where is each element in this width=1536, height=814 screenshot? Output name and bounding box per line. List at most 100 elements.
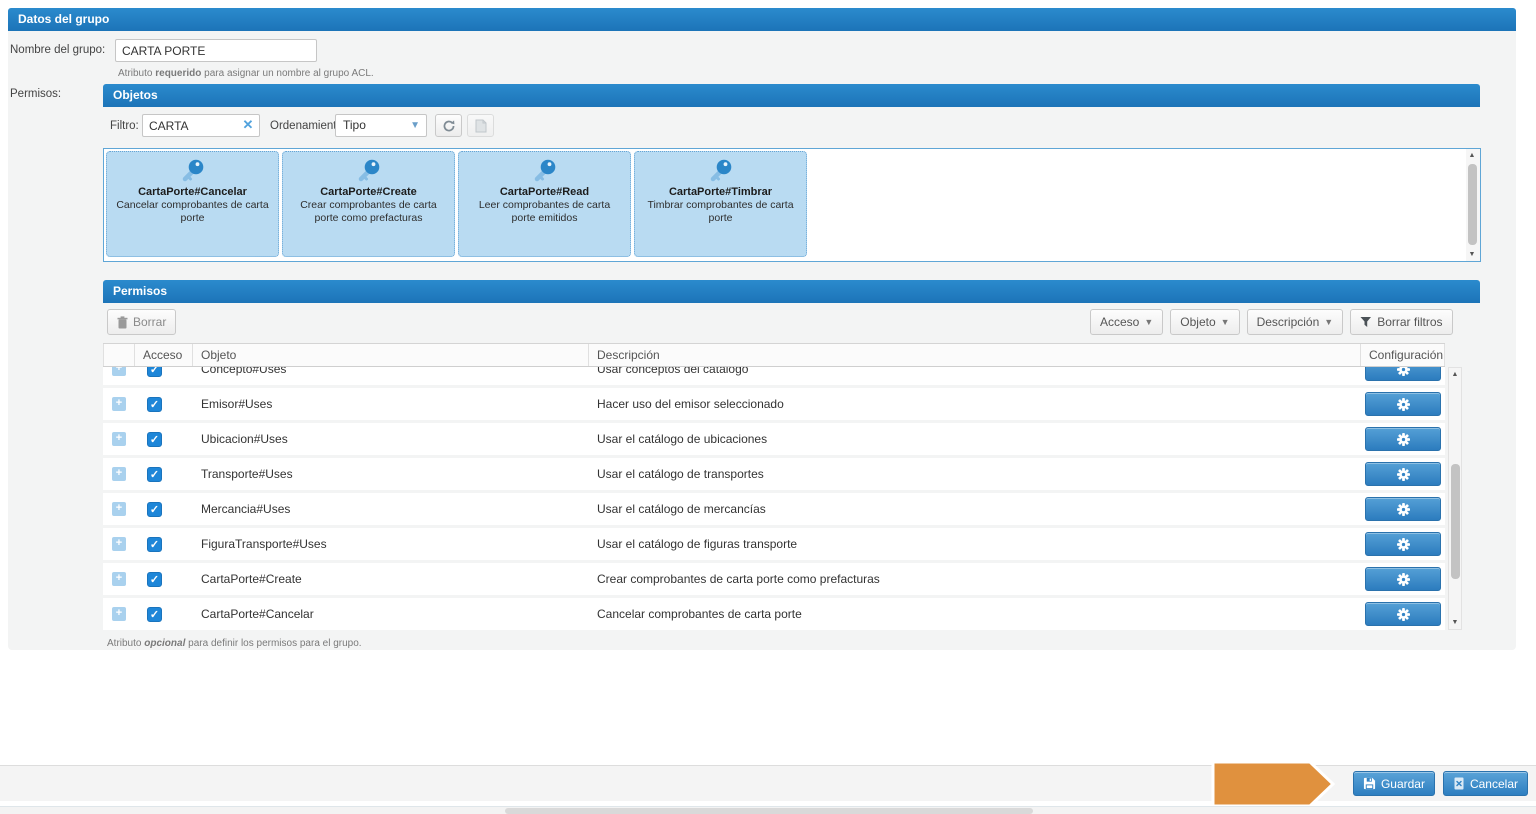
horizontal-scrollbar[interactable] bbox=[0, 806, 1536, 814]
trash-icon bbox=[117, 316, 128, 329]
expand-plus-icon[interactable]: + bbox=[112, 607, 126, 621]
object-card-title: CartaPorte#Create bbox=[291, 186, 446, 198]
scroll-down-icon[interactable]: ▼ bbox=[1449, 616, 1461, 629]
gear-icon bbox=[1397, 608, 1410, 621]
gear-icon bbox=[1397, 468, 1410, 481]
col-expand bbox=[103, 344, 135, 366]
scroll-up-icon[interactable]: ▲ bbox=[1449, 368, 1461, 381]
expand-plus-icon[interactable]: + bbox=[112, 367, 126, 376]
expand-plus-icon[interactable]: + bbox=[112, 397, 126, 411]
table-row[interactable]: + ✓ FiguraTransporte#Uses Usar el catálo… bbox=[103, 528, 1445, 560]
access-checkbox[interactable]: ✓ bbox=[147, 367, 162, 377]
expand-plus-icon[interactable]: + bbox=[112, 432, 126, 446]
clear-filters-button[interactable]: Borrar filtros bbox=[1350, 309, 1452, 335]
filter-acceso-button[interactable]: Acceso▼ bbox=[1090, 309, 1163, 335]
hscrollbar-thumb[interactable] bbox=[505, 808, 1033, 814]
gear-icon bbox=[1397, 398, 1410, 411]
expand-plus-icon[interactable]: + bbox=[112, 572, 126, 586]
access-checkbox[interactable]: ✓ bbox=[147, 432, 162, 447]
key-icon bbox=[532, 158, 558, 184]
filter-descripcion-button[interactable]: Descripción▼ bbox=[1247, 309, 1344, 335]
col-configuracion: Configuración bbox=[1361, 344, 1445, 366]
key-icon bbox=[708, 158, 734, 184]
object-card-title: CartaPorte#Timbrar bbox=[643, 186, 798, 198]
export-button[interactable] bbox=[467, 114, 494, 137]
objects-scrollbar[interactable]: ▲ ▼ bbox=[1466, 149, 1480, 261]
sort-select[interactable]: Tipo ▼ bbox=[335, 114, 427, 137]
sort-select-value: Tipo bbox=[343, 118, 366, 132]
config-button[interactable] bbox=[1365, 367, 1441, 381]
object-card-desc: Cancelar comprobantes de carta porte bbox=[115, 199, 270, 225]
scrollbar-thumb[interactable] bbox=[1468, 164, 1477, 245]
key-icon bbox=[180, 158, 206, 184]
table-row[interactable]: + ✓ Mercancia#Uses Usar el catálogo de m… bbox=[103, 493, 1445, 525]
gear-icon bbox=[1397, 503, 1410, 516]
access-checkbox[interactable]: ✓ bbox=[147, 607, 162, 622]
refresh-button[interactable] bbox=[435, 114, 462, 137]
config-button[interactable] bbox=[1365, 497, 1441, 521]
gear-icon bbox=[1397, 433, 1410, 446]
row-descripcion: Crear comprobantes de carta porte como p… bbox=[589, 572, 1361, 586]
table-row[interactable]: + ✓ CartaPorte#Create Crear comprobantes… bbox=[103, 563, 1445, 595]
access-checkbox[interactable]: ✓ bbox=[147, 467, 162, 482]
config-button[interactable] bbox=[1365, 602, 1441, 626]
table-header: Acceso Objeto Descripción Configuración bbox=[103, 343, 1445, 367]
object-card[interactable]: CartaPorte#Timbrar Timbrar comprobantes … bbox=[634, 151, 807, 257]
row-descripcion: Usar el catálogo de figuras transporte bbox=[589, 537, 1361, 551]
row-objeto: Concepto#Uses bbox=[193, 367, 589, 376]
table-row[interactable]: + ✓ Ubicacion#Uses Usar el catálogo de u… bbox=[103, 423, 1445, 455]
config-button[interactable] bbox=[1365, 462, 1441, 486]
gear-icon bbox=[1397, 367, 1410, 376]
row-descripcion: Usar conceptos del catálogo bbox=[589, 367, 1361, 376]
object-card-desc: Timbrar comprobantes de carta porte bbox=[643, 199, 798, 225]
gear-icon bbox=[1397, 538, 1410, 551]
row-objeto: Mercancia#Uses bbox=[193, 502, 589, 516]
filter-label: Filtro: bbox=[110, 120, 139, 132]
row-objeto: Emisor#Uses bbox=[193, 397, 589, 411]
permisos-section-title: Permisos bbox=[103, 280, 1480, 303]
objetos-list: CartaPorte#Cancelar Cancelar comprobante… bbox=[103, 148, 1481, 262]
config-button[interactable] bbox=[1365, 427, 1441, 451]
table-row-partial: + ✓ Concepto#Uses Usar conceptos del cat… bbox=[103, 367, 1445, 385]
col-acceso: Acceso bbox=[135, 344, 193, 366]
access-checkbox[interactable]: ✓ bbox=[147, 537, 162, 552]
object-card-desc: Leer comprobantes de carta porte emitido… bbox=[467, 199, 622, 225]
expand-plus-icon[interactable]: + bbox=[112, 537, 126, 551]
clear-filter-icon[interactable]: ✕ bbox=[240, 117, 256, 133]
table-scrollbar[interactable]: ▲ ▼ bbox=[1448, 367, 1462, 630]
config-button[interactable] bbox=[1365, 532, 1441, 556]
table-row[interactable]: + ✓ Emisor#Uses Hacer uso del emisor sel… bbox=[103, 388, 1445, 420]
object-card[interactable]: CartaPorte#Read Leer comprobantes de car… bbox=[458, 151, 631, 257]
row-objeto: Transporte#Uses bbox=[193, 467, 589, 481]
row-objeto: CartaPorte#Create bbox=[193, 572, 589, 586]
scroll-down-icon[interactable]: ▼ bbox=[1466, 248, 1478, 261]
save-button[interactable]: Guardar bbox=[1353, 771, 1435, 796]
filter-objeto-button[interactable]: Objeto▼ bbox=[1170, 309, 1239, 335]
row-objeto: FiguraTransporte#Uses bbox=[193, 537, 589, 551]
expand-plus-icon[interactable]: + bbox=[112, 502, 126, 516]
gear-icon bbox=[1397, 573, 1410, 586]
group-name-input[interactable] bbox=[115, 39, 317, 62]
access-checkbox[interactable]: ✓ bbox=[147, 502, 162, 517]
col-objeto: Objeto bbox=[193, 344, 589, 366]
access-checkbox[interactable]: ✓ bbox=[147, 397, 162, 412]
delete-button[interactable]: Borrar bbox=[107, 309, 176, 335]
cancel-button[interactable]: Cancelar bbox=[1443, 771, 1528, 796]
object-card[interactable]: CartaPorte#Cancelar Cancelar comprobante… bbox=[106, 151, 279, 257]
expand-plus-icon[interactable]: + bbox=[112, 467, 126, 481]
table-row[interactable]: + ✓ Concepto#Uses Usar conceptos del cat… bbox=[103, 367, 1445, 385]
table-row[interactable]: + ✓ Transporte#Uses Usar el catálogo de … bbox=[103, 458, 1445, 490]
config-button[interactable] bbox=[1365, 567, 1441, 591]
table-row[interactable]: + ✓ CartaPorte#Cancelar Cancelar comprob… bbox=[103, 598, 1445, 630]
chevron-down-icon: ▼ bbox=[410, 115, 420, 136]
config-button[interactable] bbox=[1365, 392, 1441, 416]
object-card[interactable]: CartaPorte#Create Crear comprobantes de … bbox=[282, 151, 455, 257]
scrollbar-thumb[interactable] bbox=[1451, 464, 1460, 579]
access-checkbox[interactable]: ✓ bbox=[147, 572, 162, 587]
scroll-up-icon[interactable]: ▲ bbox=[1466, 149, 1478, 162]
permissions-hint: Atributo opcional para definir los permi… bbox=[107, 638, 362, 649]
arrow-annotation bbox=[1211, 759, 1337, 809]
object-card-title: CartaPorte#Read bbox=[467, 186, 622, 198]
cancel-icon bbox=[1453, 777, 1465, 790]
row-descripcion: Usar el catálogo de ubicaciones bbox=[589, 432, 1361, 446]
